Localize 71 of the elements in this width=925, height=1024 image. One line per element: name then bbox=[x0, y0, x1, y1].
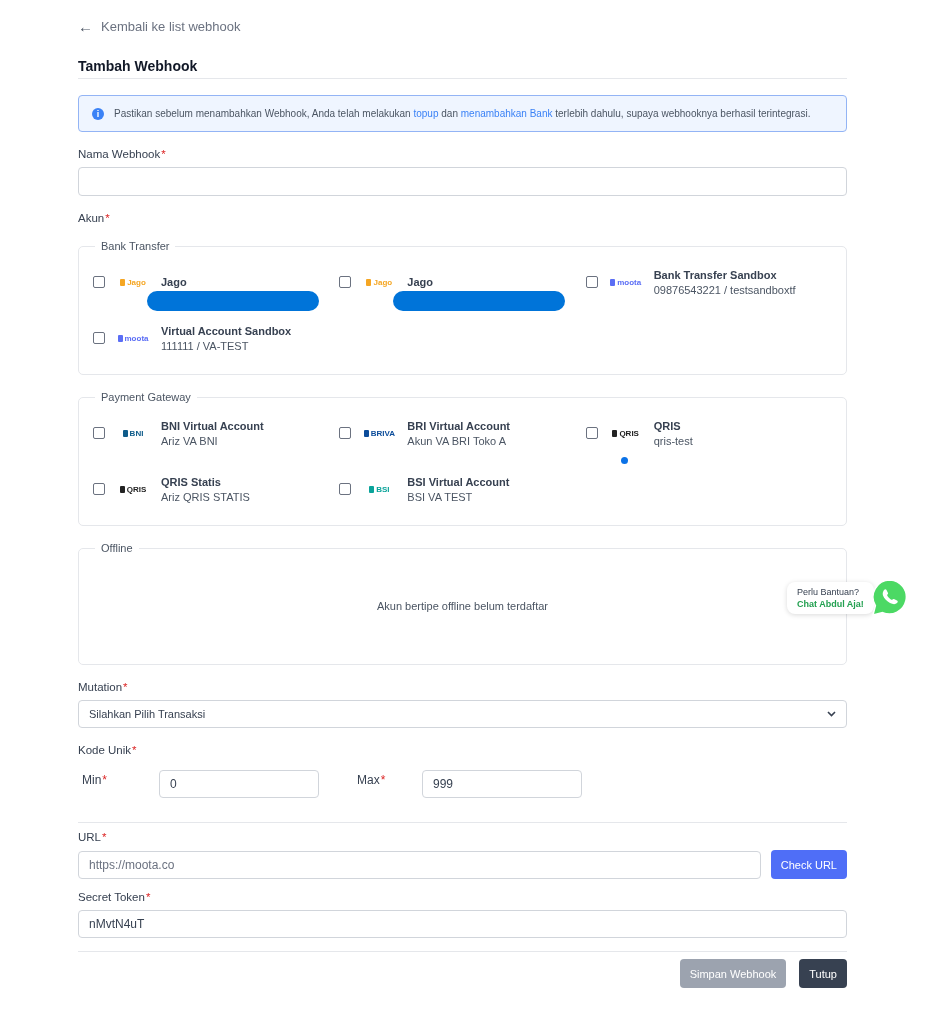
account-name: Bank Transfer Sandbox bbox=[653, 268, 778, 281]
action-button[interactable]: Tutup bbox=[799, 959, 847, 988]
alert-link[interactable]: topup bbox=[413, 108, 439, 119]
account-name: BSI Virtual Account bbox=[407, 475, 510, 488]
checkbox[interactable] bbox=[339, 483, 352, 495]
checkbox[interactable] bbox=[93, 276, 105, 288]
bank-logo: QRIS bbox=[115, 484, 151, 494]
required-mark: * bbox=[161, 148, 166, 160]
checkbox[interactable] bbox=[93, 427, 105, 439]
account-name: QRIS bbox=[653, 419, 682, 432]
account-name: Jago bbox=[161, 276, 187, 288]
url-field[interactable]: https://moota.co bbox=[78, 850, 761, 879]
checkbox[interactable] bbox=[585, 427, 598, 439]
checkbox[interactable] bbox=[93, 332, 105, 344]
account-detail: Ariz VA BNI bbox=[161, 434, 219, 447]
chevron-down-icon bbox=[827, 711, 836, 717]
mutation-select[interactable]: Silahkan Pilih Transaksi bbox=[78, 700, 847, 728]
account-detail: qris-test bbox=[653, 434, 693, 447]
back-link[interactable]: ← Kembali ke list webhook bbox=[78, 14, 241, 38]
alert-link[interactable]: menambahkan Bank bbox=[460, 108, 553, 119]
account-name: BNI Virtual Account bbox=[161, 419, 264, 432]
required-mark: * bbox=[102, 831, 107, 843]
required-mark: * bbox=[105, 212, 110, 224]
account-detail: Ariz QRIS STATIS bbox=[161, 490, 250, 503]
account-detail: 111111 / VA-TEST bbox=[161, 339, 250, 352]
max-field[interactable]: 999 bbox=[422, 770, 582, 798]
bank-logo: moota bbox=[115, 333, 151, 343]
page-title: Tambah Webhook bbox=[78, 58, 847, 79]
required-mark: * bbox=[380, 773, 386, 787]
info-icon: i bbox=[92, 107, 104, 120]
field-label: URL bbox=[78, 831, 101, 843]
account-name: Virtual Account Sandbox bbox=[161, 324, 292, 337]
bank-logo: Jago bbox=[361, 277, 398, 287]
checkbox[interactable] bbox=[339, 427, 352, 439]
group-legend: Bank Transfer bbox=[95, 240, 176, 252]
check-url-button[interactable]: Check URL bbox=[770, 850, 847, 879]
min-field[interactable]: 0 bbox=[159, 770, 319, 798]
bank-logo: QRIS bbox=[607, 428, 644, 438]
required-mark: * bbox=[132, 744, 137, 756]
bank-logo: BRIVA bbox=[361, 428, 398, 438]
account-detail: BSI VA TEST bbox=[407, 490, 474, 503]
field-label: Min bbox=[82, 773, 102, 787]
bank-logo: moota bbox=[607, 277, 644, 287]
field-label: Max bbox=[357, 773, 380, 787]
field-label: Kode Unik bbox=[78, 744, 132, 756]
help-text: Perlu Bantuan? bbox=[797, 587, 861, 597]
group-legend: Payment Gateway bbox=[95, 391, 197, 403]
account-name: Jago bbox=[407, 276, 433, 288]
account-detail: Akun VA BRI Toko A bbox=[407, 434, 507, 447]
required-mark: * bbox=[145, 891, 151, 903]
group-legend: Offline bbox=[95, 542, 139, 554]
field-label: Nama Webhook bbox=[78, 148, 161, 160]
bank-logo: Jago bbox=[115, 277, 151, 287]
bank-logo: BSI bbox=[361, 484, 398, 494]
required-mark: * bbox=[102, 773, 107, 787]
checkbox[interactable] bbox=[93, 483, 105, 495]
required-mark: * bbox=[123, 681, 128, 693]
help-bubble[interactable]: Perlu Bantuan? Chat Abdul Aja! bbox=[787, 582, 874, 614]
empty-message: Akun bertipe offline belum terdaftar bbox=[377, 600, 548, 612]
field-label: Mutation bbox=[78, 681, 123, 693]
checkbox[interactable] bbox=[339, 276, 352, 288]
secret-token-field[interactable]: nMvtN4uT bbox=[78, 910, 847, 938]
field-label: Akun bbox=[78, 212, 105, 224]
account-name: QRIS Statis bbox=[161, 475, 222, 488]
alert-text: Pastikan sebelum menambahkan Webhook, Anda telah melakukan topup dan menambahkan Bank terlebih dahulu, supaya webhooknya berhasil terintegrasi. bbox=[114, 108, 811, 119]
field-label: Secret Token bbox=[78, 891, 145, 903]
bank-logo: BNI bbox=[115, 428, 151, 438]
webhook-name-field[interactable] bbox=[78, 167, 847, 196]
checkbox[interactable] bbox=[585, 276, 598, 288]
account-name: BRI Virtual Account bbox=[407, 419, 510, 432]
account-detail: 09876543221 / testsandboxtf bbox=[653, 283, 796, 296]
